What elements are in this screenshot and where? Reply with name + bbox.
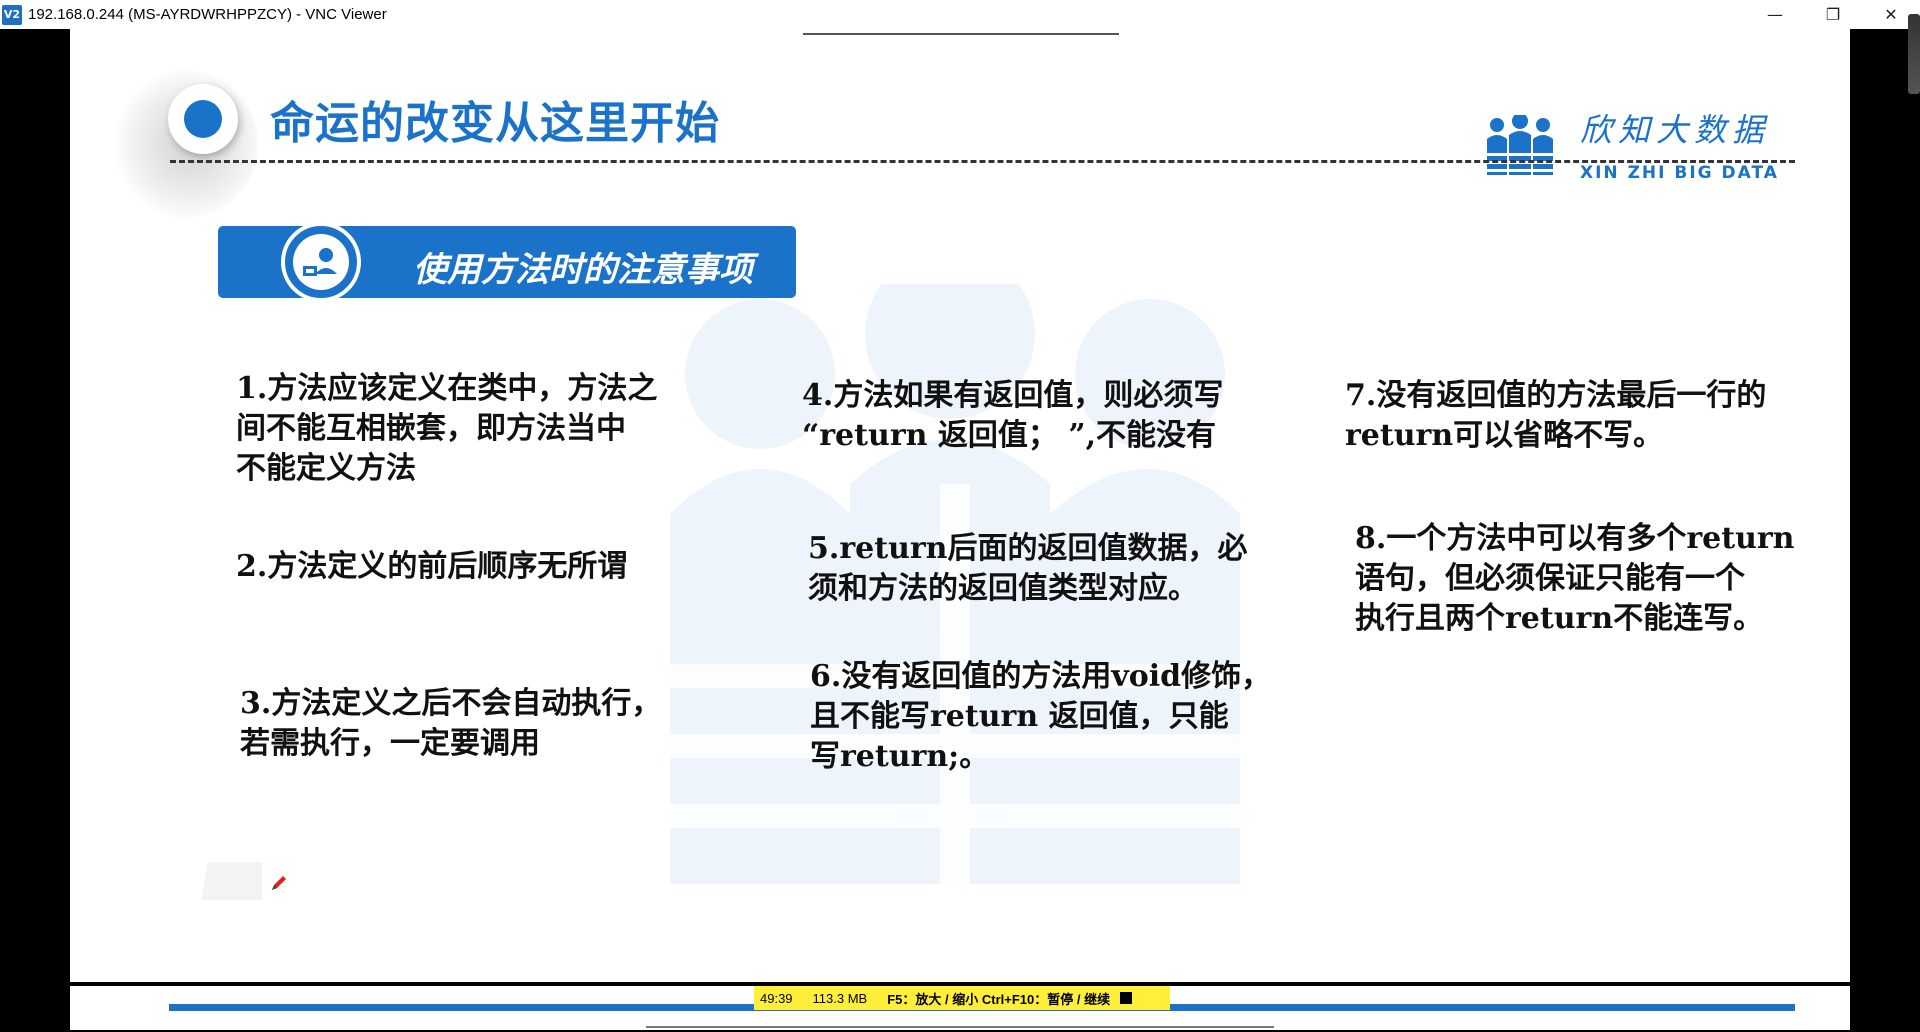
restore-button[interactable]: ❐ bbox=[1804, 0, 1862, 29]
bottom-tab-indicator bbox=[646, 1026, 1274, 1032]
minimize-button[interactable]: — bbox=[1746, 0, 1804, 29]
note-line: 7.没有返回值的方法最后一行的 bbox=[1345, 378, 1767, 413]
note-8: 8.一个方法中可以有多个return 语句，但必须保证只能有一个 执行且两个re… bbox=[1355, 519, 1795, 639]
brand-name-en: XIN ZHI BIG DATA bbox=[1580, 163, 1779, 183]
brand-people-icon bbox=[1487, 115, 1553, 175]
header-divider bbox=[170, 160, 1795, 163]
note-4: 4.方法如果有返回值，则必须写 “return 返回值； ”,不能没有 bbox=[802, 376, 1223, 456]
pen-icon[interactable] bbox=[270, 874, 288, 892]
window-title: 192.168.0.244 (MS-AYRDWRHPPZCY) - VNC Vi… bbox=[28, 6, 387, 23]
note-line: 不能定义方法 bbox=[236, 451, 416, 486]
note-line: 且不能写return 返回值，只能 bbox=[810, 699, 1229, 734]
stop-square-icon[interactable] bbox=[1120, 992, 1133, 1004]
user-computer-icon bbox=[281, 222, 361, 302]
note-5: 5.return后面的返回值数据，必 须和方法的返回值类型对应。 bbox=[808, 529, 1248, 609]
slideshow-toolbar[interactable] bbox=[182, 862, 262, 900]
note-3: 3.方法定义之后不会自动执行， 若需执行，一定要调用 bbox=[240, 684, 661, 764]
recording-status-bar: 49:39 113.3 MB F5：放大 / 缩小 Ctrl+F10：暂停 / … bbox=[754, 986, 1170, 1010]
vnc-app-icon: V2 bbox=[2, 4, 22, 25]
window-controls: — ❐ ✕ bbox=[1746, 0, 1920, 29]
shortcut-hint: F5：放大 / 缩小 Ctrl+F10：暂停 / 继续 bbox=[887, 991, 1111, 1007]
note-line: 6.没有返回值的方法用void修饰， bbox=[810, 659, 1272, 694]
section-title: 使用方法时的注意事项 bbox=[413, 250, 753, 290]
section-banner: 使用方法时的注意事项 bbox=[218, 222, 796, 302]
slide-title: 命运的改变从这里开始 bbox=[270, 98, 720, 149]
note-line: “return 返回值； ”,不能没有 bbox=[802, 418, 1217, 453]
note-line: 语句，但必须保证只能有一个 bbox=[1355, 561, 1745, 596]
note-line: 须和方法的返回值类型对应。 bbox=[808, 571, 1198, 606]
note-line: 4.方法如果有返回值，则必须写 bbox=[802, 378, 1224, 413]
scrollbar-handle[interactable] bbox=[1908, 14, 1920, 94]
note-line: 执行且两个return不能连写。 bbox=[1355, 601, 1764, 636]
recording-time: 49:39 bbox=[760, 990, 793, 1006]
note-line: 5.return后面的返回值数据，必 bbox=[808, 531, 1248, 566]
note-line: 间不能互相嵌套，即方法当中 bbox=[236, 411, 626, 446]
recording-size: 113.3 MB bbox=[812, 990, 868, 1006]
note-line: 8.一个方法中可以有多个return bbox=[1355, 521, 1795, 556]
note-line: 2.方法定义的前后顺序无所谓 bbox=[236, 549, 628, 584]
note-1: 1.方法应该定义在类中，方法之 间不能互相嵌套，即方法当中 不能定义方法 bbox=[236, 369, 657, 489]
window-titlebar[interactable]: V2 192.168.0.244 (MS-AYRDWRHPPZCY) - VNC… bbox=[0, 0, 1920, 29]
note-2: 2.方法定义的前后顺序无所谓 bbox=[236, 547, 627, 587]
note-line: 3.方法定义之后不会自动执行， bbox=[240, 686, 662, 721]
note-line: 若需执行，一定要调用 bbox=[240, 726, 540, 761]
note-6: 6.没有返回值的方法用void修饰， 且不能写return 返回值，只能 写re… bbox=[810, 657, 1271, 777]
brand-name-cn: 欣知大数据 bbox=[1580, 111, 1771, 149]
note-line: 1.方法应该定义在类中，方法之 bbox=[236, 371, 658, 406]
top-tab-indicator bbox=[803, 29, 1119, 35]
brand-logo: 欣知大数据 XIN ZHI BIG DATA bbox=[1485, 87, 1805, 185]
logo-circle-icon bbox=[168, 84, 238, 154]
note-line: 写return;。 bbox=[810, 739, 990, 774]
presentation-slide: 命运的改变从这里开始 欣知大数据 XIN ZHI BIG DATA 使用方法时的… bbox=[70, 29, 1850, 982]
note-7: 7.没有返回值的方法最后一行的 return可以省略不写。 bbox=[1345, 376, 1766, 456]
note-line: return可以省略不写。 bbox=[1345, 418, 1664, 453]
